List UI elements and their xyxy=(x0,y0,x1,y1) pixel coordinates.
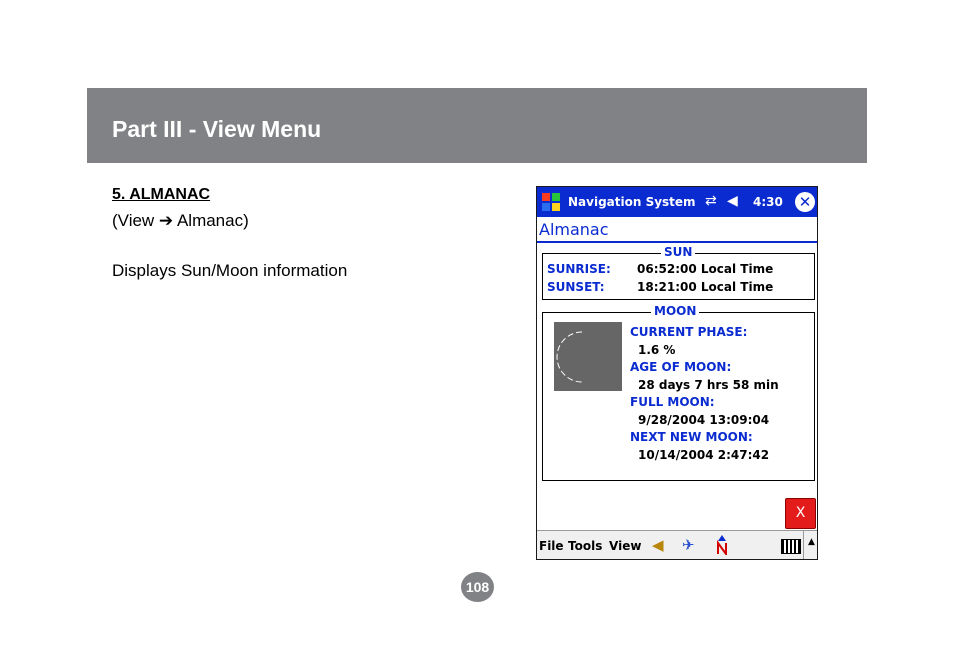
speaker-icon[interactable]: ◀ xyxy=(727,193,738,209)
menu-path: (View ➔ Almanac) xyxy=(112,211,249,230)
age-label: AGE OF MOON: xyxy=(630,360,732,374)
title-divider xyxy=(537,241,817,243)
title-bar: Navigation System ⇄ ◀ 4:30 ✕ xyxy=(537,187,817,217)
current-phase-label: CURRENT PHASE: xyxy=(630,325,748,339)
moon-legend: MOON xyxy=(651,304,700,318)
header-banner: Part III - View Menu xyxy=(87,88,867,163)
north-compass-icon[interactable] xyxy=(715,535,729,555)
sun-group: SUN SUNRISE: 06:52:00 Local Time SUNSET:… xyxy=(542,245,815,300)
connectivity-icon[interactable]: ⇄ xyxy=(705,193,717,209)
moon-phase-image xyxy=(554,322,622,391)
satellite-icon[interactable]: ✈ xyxy=(682,536,695,554)
app-title: Navigation System xyxy=(568,195,696,209)
page-number: 108 xyxy=(461,572,494,602)
moon-crescent-icon xyxy=(556,331,583,383)
windows-start-icon[interactable] xyxy=(540,191,562,213)
next-new-moon-label: NEXT NEW MOON: xyxy=(630,430,753,444)
age-value: 28 days 7 hrs 58 min xyxy=(638,378,779,392)
screen-title: Almanac xyxy=(539,220,609,239)
section-description: Displays Sun/Moon information xyxy=(112,261,348,280)
next-new-moon-value: 10/14/2004 2:47:42 xyxy=(638,448,770,462)
device-screenshot: Navigation System ⇄ ◀ 4:30 ✕ Almanac SUN… xyxy=(536,186,818,560)
sunset-label: SUNSET: xyxy=(547,280,605,294)
full-moon-value: 9/28/2004 13:09:04 xyxy=(638,413,770,427)
sunrise-value: 06:52:00 Local Time xyxy=(637,262,774,276)
up-arrow-icon[interactable]: ▲ xyxy=(803,531,817,559)
page-title: Part III - View Menu xyxy=(112,116,322,142)
close-icon[interactable]: ✕ xyxy=(795,192,815,212)
clock[interactable]: 4:30 xyxy=(753,195,783,209)
exit-button[interactable]: X xyxy=(785,498,816,529)
sunset-value: 18:21:00 Local Time xyxy=(637,280,774,294)
moon-group: MOON CURRENT PHASE: 1.6 % AGE OF MOON: 2… xyxy=(542,304,815,481)
sun-legend: SUN xyxy=(661,245,696,259)
speaker-icon[interactable]: ◀ xyxy=(652,536,664,554)
menu-file[interactable]: File xyxy=(539,539,564,553)
sunrise-label: SUNRISE: xyxy=(547,262,611,276)
current-phase-value: 1.6 % xyxy=(638,343,676,357)
section-heading: 5. ALMANAC xyxy=(112,186,211,203)
menu-view[interactable]: View xyxy=(609,539,641,553)
keyboard-icon[interactable] xyxy=(781,539,801,554)
full-moon-label: FULL MOON: xyxy=(630,395,715,409)
menu-tools[interactable]: Tools xyxy=(568,539,602,553)
menu-bar: File Tools View ◀ ✈ ▲ xyxy=(537,530,817,559)
